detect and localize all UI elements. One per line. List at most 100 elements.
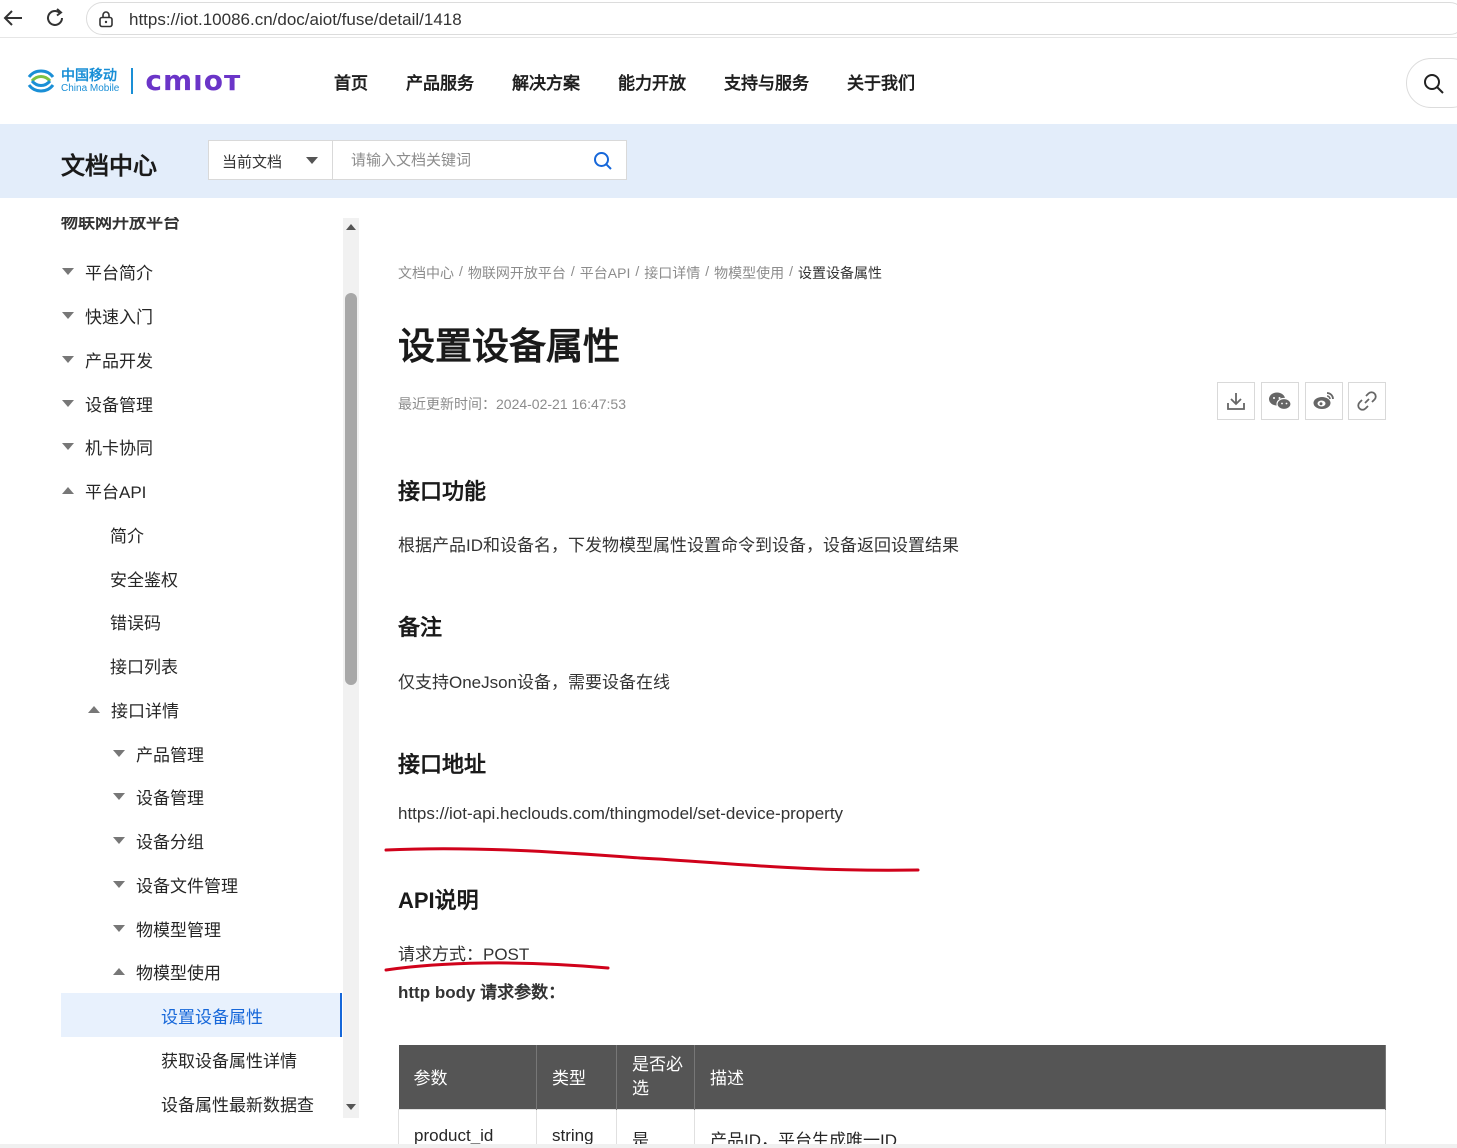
caret-up-icon	[88, 705, 100, 713]
sidebar-item-thing-model-mgmt[interactable]: 物模型管理	[113, 906, 221, 950]
sidebar-item-api-list[interactable]: 接口列表	[110, 643, 178, 687]
sidebar-item-api-details[interactable]: 接口详情	[88, 687, 179, 731]
sidebar-item-label: 平台简介	[85, 263, 153, 283]
doc-search-box	[332, 140, 627, 180]
doc-search-input[interactable]	[333, 141, 583, 179]
breadcrumb-platform[interactable]: 物联网开放平台	[468, 263, 566, 283]
sidebar-item-label: 设备管理	[136, 788, 204, 808]
nav-products[interactable]: 产品服务	[406, 69, 474, 94]
breadcrumb-separator: /	[705, 263, 710, 279]
sidebar-item-label: 错误码	[110, 613, 161, 633]
sidebar-item-product-dev[interactable]: 产品开发	[62, 337, 153, 381]
doc-scope-select[interactable]: 当前文档	[208, 140, 333, 180]
caret-down-icon	[113, 924, 125, 932]
sidebar-item-device-mgmt[interactable]: 设备管理	[62, 381, 153, 425]
sidebar-item-label: 产品管理	[136, 745, 204, 765]
weibo-share-button[interactable]	[1305, 382, 1343, 420]
sidebar-item-card-sync[interactable]: 机卡协同	[62, 424, 153, 468]
sidebar-item-label: 接口列表	[110, 657, 178, 677]
wechat-icon	[1269, 392, 1292, 411]
col-header-required: 是否必选	[616, 1045, 695, 1109]
sidebar-item-platform-intro[interactable]: 平台简介	[62, 249, 153, 293]
sidebar-item-security-auth[interactable]: 安全鉴权	[110, 556, 178, 600]
search-icon	[1424, 74, 1444, 94]
table-row: product_id string 是 产品ID，平台生成唯一ID	[398, 1108, 1386, 1148]
page-title: 设置设备属性	[398, 326, 620, 367]
sidebar-item-platform-api[interactable]: 平台API	[62, 468, 146, 512]
nav-support[interactable]: 支持与服务	[724, 69, 809, 94]
sidebar-item-label: 设备分组	[136, 832, 204, 852]
sidebar-item-product-mgmt[interactable]: 产品管理	[113, 731, 204, 775]
sidebar-item-label: 设置设备属性	[161, 1007, 263, 1027]
doc-center-title: 文档中心	[61, 153, 157, 180]
breadcrumb-doc-center[interactable]: 文档中心	[398, 263, 454, 283]
sidebar-item-label: 安全鉴权	[110, 570, 178, 590]
function-description: 根据产品ID和设备名，下发物模型属性设置命令到设备，设备返回设置结果	[398, 536, 959, 555]
breadcrumb: 文档中心 / 物联网开放平台 / 平台API / 接口详情 / 物模型使用 / …	[398, 263, 887, 283]
sidebar-item-device-groups[interactable]: 设备分组	[113, 818, 204, 862]
body-params-label: http body 请求参数：	[398, 983, 566, 1002]
breadcrumb-separator: /	[570, 263, 575, 279]
caret-up-icon	[62, 486, 74, 494]
caret-down-icon	[62, 311, 74, 319]
breadcrumb-platform-api[interactable]: 平台API	[580, 263, 631, 283]
chevron-down-icon	[306, 157, 318, 164]
doc-sidebar: 物联网开放平台 平台简介 快速入门 产品开发 设备管理 机卡协同 平台API 简…	[0, 198, 362, 1148]
nav-capabilities[interactable]: 能力开放	[618, 69, 686, 94]
sidebar-item-label: 机卡协同	[85, 438, 153, 458]
params-table: 参数 类型 是否必选 描述 product_id string 是 产品ID，平…	[398, 1045, 1386, 1148]
sidebar-item-label: 简介	[110, 526, 144, 546]
caret-down-icon	[113, 836, 125, 844]
sidebar-item-thing-model-usage[interactable]: 物模型使用	[113, 949, 221, 993]
sidebar-item-latest-property-data[interactable]: 设备属性最新数据查	[161, 1081, 314, 1125]
cell-type: string	[536, 1108, 617, 1148]
request-method: 请求方式：POST	[398, 945, 530, 964]
sidebar-item-label: 产品开发	[85, 351, 153, 371]
section-heading-function: 接口功能	[398, 479, 487, 504]
last-updated-text: 最近更新时间：2024-02-21 16:47:53	[398, 396, 626, 412]
col-header-param: 参数	[398, 1045, 537, 1109]
doc-scope-label: 当前文档	[222, 154, 283, 171]
sidebar-item-error-codes[interactable]: 错误码	[110, 599, 161, 643]
breadcrumb-thing-model-usage[interactable]: 物模型使用	[714, 263, 784, 283]
site-logo[interactable]: 中国移动 China Mobile cmıoт	[25, 64, 241, 97]
nav-about[interactable]: 关于我们	[847, 69, 915, 94]
sidebar-item-intro[interactable]: 简介	[110, 512, 144, 556]
doc-center-banner: 文档中心 当前文档	[0, 124, 1457, 198]
sidebar-item-device-files[interactable]: 设备文件管理	[113, 862, 238, 906]
sidebar-item-quick-start[interactable]: 快速入门	[62, 293, 153, 337]
nav-home[interactable]: 首页	[334, 69, 368, 94]
caret-down-icon	[62, 355, 74, 363]
caret-down-icon	[113, 880, 125, 888]
breadcrumb-api-details[interactable]: 接口详情	[644, 263, 700, 283]
download-button[interactable]	[1217, 382, 1255, 420]
table-header-row: 参数 类型 是否必选 描述	[398, 1045, 1386, 1109]
note-description: 仅支持OneJson设备，需要设备在线	[398, 673, 671, 692]
search-icon[interactable]	[593, 151, 613, 171]
sidebar-item-label: 物模型管理	[136, 920, 221, 940]
address-bar[interactable]: https://iot.10086.cn/doc/aiot/fuse/detai…	[86, 2, 1457, 35]
nav-solutions[interactable]: 解决方案	[512, 69, 580, 94]
sidebar-item-label: 物模型使用	[136, 963, 221, 983]
wechat-share-button[interactable]	[1261, 382, 1299, 420]
back-icon[interactable]	[0, 5, 26, 31]
copy-link-button[interactable]	[1348, 382, 1386, 420]
api-address-url: https://iot-api.heclouds.com/thingmodel/…	[398, 804, 844, 823]
logo-en-text: China Mobile	[61, 82, 120, 94]
sidebar-item-set-device-property[interactable]: 设置设备属性	[61, 993, 342, 1037]
download-icon	[1227, 393, 1245, 410]
link-icon	[1357, 391, 1377, 411]
caret-down-icon	[62, 267, 74, 275]
reload-icon[interactable]	[42, 5, 68, 31]
header-search-button[interactable]	[1406, 58, 1457, 108]
caret-down-icon	[62, 399, 74, 407]
scroll-up-icon[interactable]	[346, 224, 356, 230]
cmiot-logo-text: cmıoт	[145, 64, 242, 97]
breadcrumb-separator: /	[459, 263, 463, 279]
section-heading-address: 接口地址	[398, 752, 487, 777]
sidebar-scroll-thumb[interactable]	[345, 293, 357, 685]
sidebar-item-get-property-details[interactable]: 获取设备属性详情	[161, 1037, 297, 1081]
sidebar-item-device-mgmt-api[interactable]: 设备管理	[113, 774, 204, 818]
breadcrumb-separator: /	[789, 263, 794, 279]
scroll-down-icon[interactable]	[346, 1104, 356, 1110]
